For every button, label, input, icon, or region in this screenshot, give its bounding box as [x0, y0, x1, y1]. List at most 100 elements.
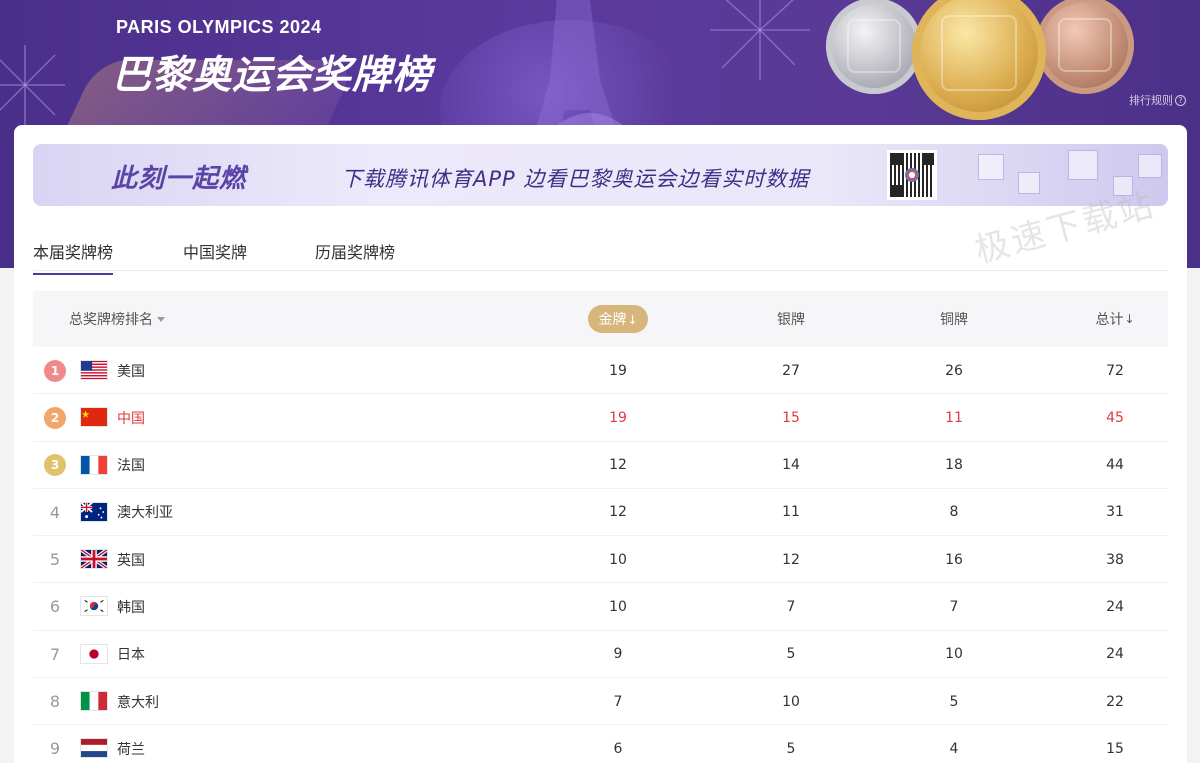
page-title: 巴黎奥运会奖牌榜: [112, 53, 433, 98]
sort-down-icon: ↓: [627, 313, 638, 327]
gold-count: 9: [613, 646, 623, 663]
gold-count: 19: [609, 362, 627, 379]
flag-au-icon: [80, 501, 108, 522]
total-header-label: 总计: [1095, 312, 1124, 328]
caret-down-icon: [157, 316, 165, 322]
country-name: 美国: [117, 363, 145, 380]
total-count: 22: [1106, 693, 1124, 710]
hero-subtitle: PARIS OLYMPICS 2024: [116, 17, 322, 37]
table-row[interactable]: 2 中国 19 15 11 45: [33, 394, 1168, 442]
bronze-count: 8: [949, 504, 959, 521]
flag-it-icon: [80, 691, 108, 712]
banner-slogan: 此刻一起燃: [111, 164, 247, 194]
table-row[interactable]: 7 日本 9 5 10 24: [33, 631, 1168, 679]
rank-cell: 4: [49, 502, 61, 522]
medal-tabs: 本届奖牌榜 中国奖牌 历届奖牌榜: [33, 233, 1168, 275]
tab-current-medals[interactable]: 本届奖牌榜: [33, 239, 114, 275]
rank-cell: 2: [43, 394, 67, 441]
silver-count: 5: [786, 646, 796, 663]
ranking-rules-label: 排行规则: [1129, 94, 1173, 107]
total-count: 72: [1106, 362, 1124, 379]
silver-count: 12: [782, 551, 800, 568]
country-name: 意大利: [117, 694, 159, 711]
silver-count: 14: [782, 457, 800, 474]
bronze-count: 4: [949, 740, 959, 757]
silver-count: 27: [782, 362, 800, 379]
silver-header-label: 银牌: [777, 312, 805, 328]
banner-promo-text: 下载腾讯体育APP 边看巴黎奥运会边看实时数据: [341, 167, 810, 191]
gold-count: 10: [609, 598, 627, 615]
country-name: 日本: [117, 647, 145, 664]
gold-count: 12: [609, 457, 627, 474]
flag-us-icon: [80, 360, 108, 380]
bronze-count: 11: [945, 409, 963, 426]
rank-cell: 8: [49, 692, 61, 712]
gold-count: 10: [609, 551, 627, 568]
total-count: 44: [1106, 457, 1124, 474]
gold-count: 12: [609, 504, 627, 521]
rank-badge: 3: [44, 454, 66, 477]
flag-gb-icon: [80, 549, 108, 570]
bronze-count: 16: [945, 551, 963, 568]
rank-cell: 3: [43, 442, 67, 489]
total-sort-header[interactable]: 总计 ↓: [1085, 291, 1145, 347]
gold-medal-image: [912, 0, 1046, 120]
rank-badge: 2: [44, 406, 66, 429]
firework-left: [0, 45, 65, 125]
rank-sort-header[interactable]: 总奖牌榜排名: [69, 291, 165, 347]
total-count: 45: [1106, 409, 1124, 426]
country-name: 法国: [117, 458, 145, 475]
bronze-count: 7: [949, 598, 959, 615]
rank-cell: 1: [43, 347, 67, 394]
table-body: 1 美国 19 27 26 72 2 中国 19 15 11 45 3 法国 12 14 18 44 4 澳大利亚 12…: [33, 347, 1168, 763]
silver-count: 5: [786, 740, 796, 757]
rank-cell: 6: [49, 597, 61, 617]
total-count: 15: [1106, 740, 1124, 757]
bronze-count: 18: [945, 457, 963, 474]
silver-count: 10: [782, 693, 800, 710]
medal-table: 总奖牌榜排名 金牌↓ 银牌 铜牌 总计 ↓ 1 美国 19 27 26 72 2 中国 19 15 1…: [33, 291, 1168, 763]
table-row[interactable]: 3 法国 12 14 18 44: [33, 442, 1168, 489]
tab-china-medals[interactable]: 中国奖牌: [183, 239, 247, 273]
silver-count: 7: [786, 598, 796, 615]
gold-count: 7: [613, 693, 623, 710]
bronze-count: 10: [945, 646, 963, 663]
rank-cell: 9: [49, 739, 61, 759]
table-row[interactable]: 6 韩国 10 7 7 24: [33, 583, 1168, 631]
table-row[interactable]: 1 美国 19 27 26 72: [33, 347, 1168, 395]
qr-code-icon: [887, 150, 937, 200]
sort-down-icon: ↓: [1124, 312, 1135, 326]
table-row[interactable]: 8 意大利 7 10 5 22: [33, 678, 1168, 726]
silver-count: 15: [782, 409, 800, 426]
ranking-rules-link[interactable]: 排行规则 ?: [1129, 92, 1186, 108]
bronze-count: 26: [945, 362, 963, 379]
flag-jp-icon: [80, 643, 108, 664]
app-promo-banner[interactable]: 此刻一起燃 下载腾讯体育APP 边看巴黎奥运会边看实时数据: [33, 144, 1168, 206]
total-count: 24: [1106, 598, 1124, 615]
country-name: 英国: [117, 552, 145, 569]
country-name: 韩国: [117, 599, 145, 616]
flag-cn-icon: [80, 407, 108, 428]
tab-historical-medals[interactable]: 历届奖牌榜: [315, 239, 395, 273]
gold-header-label: 金牌: [598, 312, 627, 328]
gold-header-pill: 金牌↓: [588, 305, 648, 333]
table-row[interactable]: 5 英国 10 12 16 38: [33, 536, 1168, 584]
bronze-medal-image: [1036, 0, 1134, 94]
bronze-header-label: 铜牌: [940, 312, 968, 328]
total-count: 38: [1106, 551, 1124, 568]
rank-cell: 5: [49, 550, 61, 570]
flag-kr-icon: [80, 596, 108, 617]
total-count: 31: [1106, 504, 1124, 521]
silver-count: 11: [782, 504, 800, 521]
gold-sort-header[interactable]: 金牌↓: [588, 291, 648, 347]
bronze-header[interactable]: 铜牌: [924, 291, 984, 347]
table-row[interactable]: 4 澳大利亚 12 11 8 31: [33, 489, 1168, 537]
medal-card: 此刻一起燃 下载腾讯体育APP 边看巴黎奥运会边看实时数据 极速下载站 本届奖牌…: [14, 125, 1187, 763]
country-name: 荷兰: [117, 741, 145, 758]
rank-cell: 7: [49, 644, 61, 664]
gold-count: 6: [613, 740, 623, 757]
country-name: 澳大利亚: [117, 505, 173, 522]
table-row[interactable]: 9 荷兰 6 5 4 15: [33, 725, 1168, 763]
rank-badge: 1: [44, 359, 66, 382]
silver-header[interactable]: 银牌: [761, 291, 821, 347]
